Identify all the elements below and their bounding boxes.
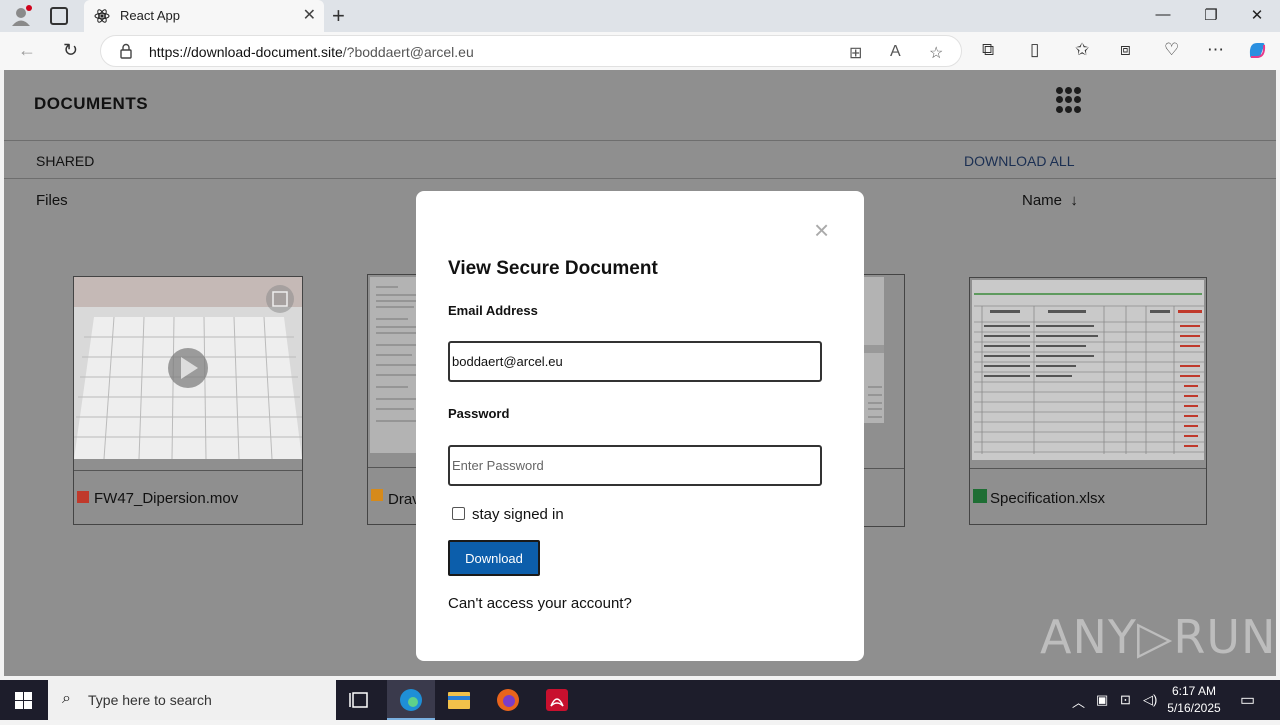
image-file-icon xyxy=(371,489,383,501)
anyrun-watermark: ANY▷RUN xyxy=(1040,610,1277,664)
network-icon[interactable]: ⊡ xyxy=(1120,692,1131,708)
email-label: Email Address xyxy=(448,303,538,318)
profile-icon[interactable] xyxy=(10,5,32,27)
file-card[interactable]: FW47_Dipersion.mov xyxy=(73,276,303,525)
show-hidden-icons[interactable]: ︿ xyxy=(1072,692,1085,711)
copilot-icon[interactable] xyxy=(1246,39,1268,66)
shared-label: SHARED xyxy=(36,153,95,169)
favorite-star-icon[interactable]: ☆ xyxy=(929,43,943,63)
modal-title: View Secure Document xyxy=(448,258,658,279)
taskbar-search[interactable]: ⌕ Type here to search xyxy=(48,680,336,720)
minimize-button[interactable]: — xyxy=(1148,6,1178,23)
page-header: DOCUMENTS xyxy=(4,70,1276,141)
split-screen-icon[interactable]: ▯ xyxy=(1030,40,1039,60)
url-host: https://download-document.site xyxy=(149,44,343,60)
download-button[interactable]: Download xyxy=(448,540,540,576)
url-text: https://download-document.site/?boddaert… xyxy=(149,44,474,60)
excel-file-icon xyxy=(973,489,987,503)
shared-row: SHARED DOWNLOAD ALL xyxy=(4,141,1276,179)
browser-essentials-icon[interactable]: ♡ xyxy=(1164,40,1179,60)
clock-date: 5/16/2025 xyxy=(1167,701,1221,715)
volume-icon[interactable]: ◁) xyxy=(1143,692,1157,708)
edge-taskbar-icon[interactable] xyxy=(387,680,435,720)
url-path: /?boddaert@arcel.eu xyxy=(342,44,474,60)
back-arrow-icon[interactable]: ← xyxy=(18,40,36,61)
spreadsheet-thumbnail xyxy=(972,280,1204,460)
taskbar-clock[interactable]: 6:17 AM 5/16/2025 xyxy=(1166,683,1222,717)
windows-start-icon[interactable] xyxy=(15,692,32,709)
sort-label: Name xyxy=(1022,192,1063,209)
clock-time: 6:17 AM xyxy=(1171,684,1217,698)
more-menu-icon[interactable]: ⋯ xyxy=(1207,40,1224,60)
tab-actions-icon[interactable] xyxy=(50,7,68,25)
extensions-icon[interactable]: ⧉ xyxy=(982,40,994,60)
cant-access-link[interactable]: Can't access your account? xyxy=(448,595,632,612)
url-field[interactable]: https://download-document.site/?boddaert… xyxy=(100,35,962,67)
react-icon xyxy=(94,9,110,23)
collections-icon[interactable]: ⧈ xyxy=(1120,40,1131,60)
tab-title: React App xyxy=(120,8,180,23)
notifications-icon[interactable]: ▭ xyxy=(1240,690,1255,710)
new-tab-button[interactable]: + xyxy=(332,3,345,29)
file-card[interactable]: Specification.xlsx xyxy=(969,277,1207,525)
task-view-icon[interactable] xyxy=(336,680,384,720)
acrobat-icon[interactable] xyxy=(533,680,581,720)
password-field[interactable] xyxy=(448,445,822,486)
page-title: DOCUMENTS xyxy=(34,94,149,113)
modal-close-icon[interactable]: × xyxy=(814,217,829,243)
stay-signed-in-checkbox[interactable] xyxy=(452,507,465,520)
app-available-icon[interactable]: ⊞ xyxy=(849,43,862,63)
download-all-link[interactable]: DOWNLOAD ALL xyxy=(964,153,1074,169)
device-icon[interactable]: ▣ xyxy=(1096,692,1108,708)
close-window-button[interactable]: ✕ xyxy=(1242,6,1272,24)
stay-signed-in-label[interactable]: stay signed in xyxy=(472,506,564,523)
refresh-icon[interactable]: ↻ xyxy=(63,40,78,61)
video-file-icon xyxy=(77,491,89,503)
file-name: Specification.xlsx xyxy=(990,490,1106,507)
file-explorer-icon[interactable] xyxy=(435,680,483,720)
file-name: FW47_Dipersion.mov xyxy=(94,490,239,507)
email-field[interactable] xyxy=(448,341,822,382)
sort-arrow-icon: ↓ xyxy=(1070,192,1078,209)
lock-icon[interactable] xyxy=(119,43,133,59)
firefox-icon[interactable] xyxy=(484,680,532,720)
search-icon: ⌕ xyxy=(62,690,71,707)
restore-button[interactable]: ❐ xyxy=(1196,6,1226,24)
sort-by-name[interactable]: Name ↓ xyxy=(1022,192,1078,209)
read-aloud-icon[interactable]: A xyxy=(890,43,901,61)
browser-tab-bar: React App ✕ + — ❐ ✕ xyxy=(0,0,1280,32)
files-label: Files xyxy=(36,192,68,209)
windows-taskbar: ⌕ Type here to search ︿ ▣ ⊡ ◁) 6:17 AM 5… xyxy=(0,680,1280,720)
favorites-icon[interactable]: ✩ xyxy=(1075,40,1089,60)
tab-close-icon[interactable]: ✕ xyxy=(303,5,316,25)
secure-document-modal: × View Secure Document Email Address Pas… xyxy=(416,191,864,661)
file-name: Drav xyxy=(388,491,420,508)
browser-tab[interactable]: React App ✕ xyxy=(84,0,324,32)
password-label: Password xyxy=(448,406,510,421)
apps-grid-icon[interactable] xyxy=(1056,87,1082,113)
search-placeholder: Type here to search xyxy=(88,692,212,708)
video-thumbnail xyxy=(74,277,302,459)
